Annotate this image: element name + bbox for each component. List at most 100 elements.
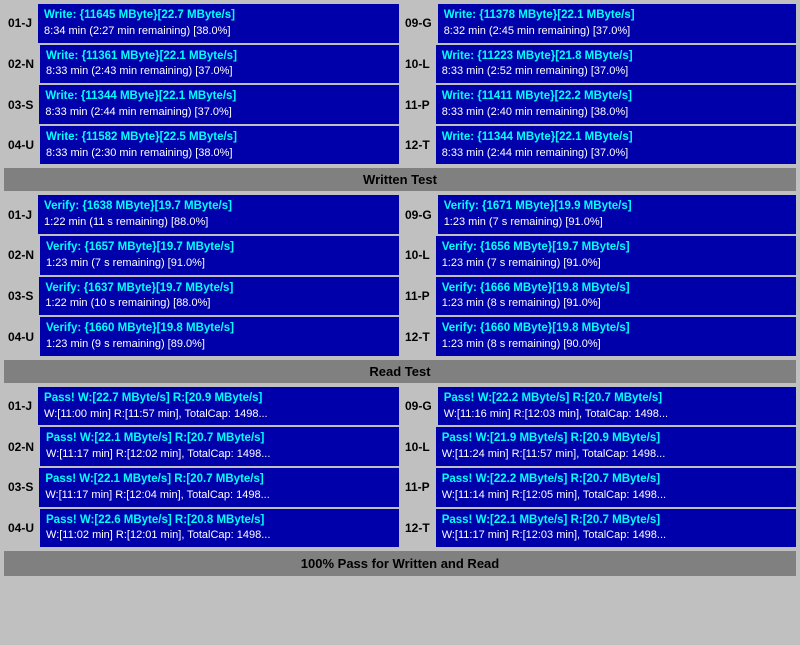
cell-content: Pass! W:[21.9 MByte/s] R:[20.9 MByte/s]W… xyxy=(436,427,796,466)
row-11-P-right: 11-PWrite: {11411 MByte}[22.2 MByte/s]8:… xyxy=(401,85,796,124)
cell-id-label: 01-J xyxy=(4,387,36,426)
cell-line2: 1:23 min (7 s remaining) [91.0%] xyxy=(442,256,790,272)
cell-content: Pass! W:[22.1 MByte/s] R:[20.7 MByte/s]W… xyxy=(40,427,399,466)
cell-content: Pass! W:[22.1 MByte/s] R:[20.7 MByte/s]W… xyxy=(436,509,796,548)
row-10-L-right: 10-LPass! W:[21.9 MByte/s] R:[20.9 MByte… xyxy=(401,427,796,466)
cell-content: Write: {11411 MByte}[22.2 MByte/s]8:33 m… xyxy=(436,85,796,124)
cell-content: Verify: {1666 MByte}[19.8 MByte/s]1:23 m… xyxy=(436,277,796,316)
cell-line1: Verify: {1666 MByte}[19.8 MByte/s] xyxy=(442,280,790,297)
cell-id-label: 03-S xyxy=(4,468,37,507)
cell-line1: Write: {11411 MByte}[22.2 MByte/s] xyxy=(442,88,790,105)
row-11-P-right: 11-PVerify: {1666 MByte}[19.8 MByte/s]1:… xyxy=(401,277,796,316)
cell-id-label: 03-S xyxy=(4,277,37,316)
cell-content: Pass! W:[22.2 MByte/s] R:[20.7 MByte/s]W… xyxy=(436,468,796,507)
cell-content: Write: {11361 MByte}[22.1 MByte/s]8:33 m… xyxy=(40,45,399,84)
cell-line2: 8:33 min (2:30 min remaining) [38.0%] xyxy=(46,146,393,162)
cell-line2: 8:33 min (2:44 min remaining) [37.0%] xyxy=(45,105,393,121)
cell-line1: Verify: {1660 MByte}[19.8 MByte/s] xyxy=(442,320,790,337)
row-02-N-left: 02-NWrite: {11361 MByte}[22.1 MByte/s]8:… xyxy=(4,45,399,84)
cell-line1: Pass! W:[22.2 MByte/s] R:[20.7 MByte/s] xyxy=(444,390,790,407)
cell-line2: 8:32 min (2:45 min remaining) [37.0%] xyxy=(444,24,790,40)
cell-content: Write: {11223 MByte}[21.8 MByte/s]8:33 m… xyxy=(436,45,796,84)
cell-content: Pass! W:[22.7 MByte/s] R:[20.9 MByte/s]W… xyxy=(38,387,399,426)
read-section: 01-JPass! W:[22.7 MByte/s] R:[20.9 MByte… xyxy=(4,387,796,547)
cell-id-label: 09-G xyxy=(401,195,436,234)
cell-line1: Verify: {1638 MByte}[19.7 MByte/s] xyxy=(44,198,393,215)
cell-content: Write: {11344 MByte}[22.1 MByte/s]8:33 m… xyxy=(436,126,796,165)
cell-line2: W:[11:02 min] R:[12:01 min], TotalCap: 1… xyxy=(46,528,393,544)
row-12-T-right: 12-TVerify: {1660 MByte}[19.8 MByte/s]1:… xyxy=(401,317,796,356)
cell-line2: W:[11:16 min] R:[12:03 min], TotalCap: 1… xyxy=(444,407,790,423)
cell-line2: 1:23 min (9 s remaining) [89.0%] xyxy=(46,337,393,353)
row-04-U-left: 04-U Verify: {1660 MByte}[19.8 MByte/s]1:… xyxy=(4,317,399,356)
cell-content: Verify: {1660 MByte}[19.8 MByte/s]1:23 m… xyxy=(436,317,796,356)
row-10-L-right: 10-LVerify: {1656 MByte}[19.7 MByte/s]1:… xyxy=(401,236,796,275)
cell-line1: Verify: {1637 MByte}[19.7 MByte/s] xyxy=(45,280,393,297)
cell-id-label: 12-T xyxy=(401,317,434,356)
cell-line1: Pass! W:[22.6 MByte/s] R:[20.8 MByte/s] xyxy=(46,512,393,529)
cell-id-label: 02-N xyxy=(4,427,38,466)
cell-line2: 1:22 min (11 s remaining) [88.0%] xyxy=(44,215,393,231)
cell-id-label: 01-J xyxy=(4,4,36,43)
verify-grid: 01-JVerify: {1638 MByte}[19.7 MByte/s]1:… xyxy=(4,195,796,355)
cell-line1: Write: {11645 MByte}[22.7 MByte/s] xyxy=(44,7,393,24)
cell-line2: W:[11:00 min] R:[11:57 min], TotalCap: 1… xyxy=(44,407,393,423)
cell-line1: Pass! W:[22.1 MByte/s] R:[20.7 MByte/s] xyxy=(46,430,393,447)
cell-id-label: 04-U xyxy=(4,126,38,165)
cell-id-label: 11-P xyxy=(401,85,434,124)
row-12-T-right: 12-TPass! W:[22.1 MByte/s] R:[20.7 MByte… xyxy=(401,509,796,548)
row-09-G-right: 09-G Pass! W:[22.2 MByte/s] R:[20.7 MByte… xyxy=(401,387,796,426)
cell-line2: 1:23 min (8 s remaining) [91.0%] xyxy=(442,296,790,312)
cell-id-label: 10-L xyxy=(401,45,434,84)
row-01-J-left: 01-JVerify: {1638 MByte}[19.7 MByte/s]1:… xyxy=(4,195,399,234)
cell-content: Write: {11344 MByte}[22.1 MByte/s]8:33 m… xyxy=(39,85,399,124)
status-bar: 100% Pass for Written and Read xyxy=(4,551,796,576)
cell-line2: 1:23 min (7 s remaining) [91.0%] xyxy=(46,256,393,272)
cell-line2: 8:34 min (2:27 min remaining) [38.0%] xyxy=(44,24,393,40)
cell-line1: Pass! W:[21.9 MByte/s] R:[20.9 MByte/s] xyxy=(442,430,790,447)
cell-line2: W:[11:14 min] R:[12:05 min], TotalCap: 1… xyxy=(442,488,790,504)
cell-content: Pass! W:[22.6 MByte/s] R:[20.8 MByte/s]W… xyxy=(40,509,399,548)
cell-content: Verify: {1637 MByte}[19.7 MByte/s]1:22 m… xyxy=(39,277,399,316)
cell-line2: 1:23 min (8 s remaining) [90.0%] xyxy=(442,337,790,353)
row-04-U-left: 04-UPass! W:[22.6 MByte/s] R:[20.8 MByte… xyxy=(4,509,399,548)
cell-content: Write: {11378 MByte}[22.1 MByte/s]8:32 m… xyxy=(438,4,796,43)
cell-content: Pass! W:[22.1 MByte/s] R:[20.7 MByte/s]W… xyxy=(39,468,399,507)
cell-line1: Write: {11223 MByte}[21.8 MByte/s] xyxy=(442,48,790,65)
read-grid: 01-JPass! W:[22.7 MByte/s] R:[20.9 MByte… xyxy=(4,387,796,547)
row-12-T-right: 12-TWrite: {11344 MByte}[22.1 MByte/s]8:… xyxy=(401,126,796,165)
cell-id-label: 01-J xyxy=(4,195,36,234)
cell-id-label: 09-G xyxy=(401,4,436,43)
cell-content: Verify: {1638 MByte}[19.7 MByte/s]1:22 m… xyxy=(38,195,399,234)
cell-line1: Verify: {1660 MByte}[19.8 MByte/s] xyxy=(46,320,393,337)
row-03-S-left: 03-SWrite: {11344 MByte}[22.1 MByte/s]8:… xyxy=(4,85,399,124)
write-section: 01-JWrite: {11645 MByte}[22.7 MByte/s]8:… xyxy=(4,4,796,164)
cell-id-label: 03-S xyxy=(4,85,37,124)
cell-line2: 1:23 min (7 s remaining) [91.0%] xyxy=(444,215,790,231)
cell-line2: 8:33 min (2:52 min remaining) [37.0%] xyxy=(442,64,790,80)
cell-line2: 1:22 min (10 s remaining) [88.0%] xyxy=(45,296,393,312)
cell-line1: Verify: {1671 MByte}[19.9 MByte/s] xyxy=(444,198,790,215)
cell-id-label: 10-L xyxy=(401,427,434,466)
row-02-N-left: 02-NPass! W:[22.1 MByte/s] R:[20.7 MByte… xyxy=(4,427,399,466)
cell-id-label: 02-N xyxy=(4,45,38,84)
cell-id-label: 12-T xyxy=(401,509,434,548)
cell-line1: Write: {11361 MByte}[22.1 MByte/s] xyxy=(46,48,393,65)
row-01-J-left: 01-JPass! W:[22.7 MByte/s] R:[20.9 MByte… xyxy=(4,387,399,426)
cell-content: Write: {11645 MByte}[22.7 MByte/s]8:34 m… xyxy=(38,4,399,43)
cell-content: Verify: {1656 MByte}[19.7 MByte/s]1:23 m… xyxy=(436,236,796,275)
write-grid: 01-JWrite: {11645 MByte}[22.7 MByte/s]8:… xyxy=(4,4,796,164)
row-10-L-right: 10-LWrite: {11223 MByte}[21.8 MByte/s]8:… xyxy=(401,45,796,84)
cell-id-label: 11-P xyxy=(401,468,434,507)
cell-id-label: 09-G xyxy=(401,387,436,426)
cell-line1: Write: {11344 MByte}[22.1 MByte/s] xyxy=(442,129,790,146)
row-09-G-right: 09-G Verify: {1671 MByte}[19.9 MByte/s]1:… xyxy=(401,195,796,234)
cell-line2: W:[11:17 min] R:[12:04 min], TotalCap: 1… xyxy=(45,488,393,504)
cell-id-label: 04-U xyxy=(4,509,38,548)
cell-content: Write: {11582 MByte}[22.5 MByte/s]8:33 m… xyxy=(40,126,399,165)
cell-id-label: 02-N xyxy=(4,236,38,275)
row-11-P-right: 11-PPass! W:[22.2 MByte/s] R:[20.7 MByte… xyxy=(401,468,796,507)
row-04-U-left: 04-UWrite: {11582 MByte}[22.5 MByte/s]8:… xyxy=(4,126,399,165)
cell-id-label: 04-U xyxy=(4,317,38,356)
cell-line1: Verify: {1656 MByte}[19.7 MByte/s] xyxy=(442,239,790,256)
